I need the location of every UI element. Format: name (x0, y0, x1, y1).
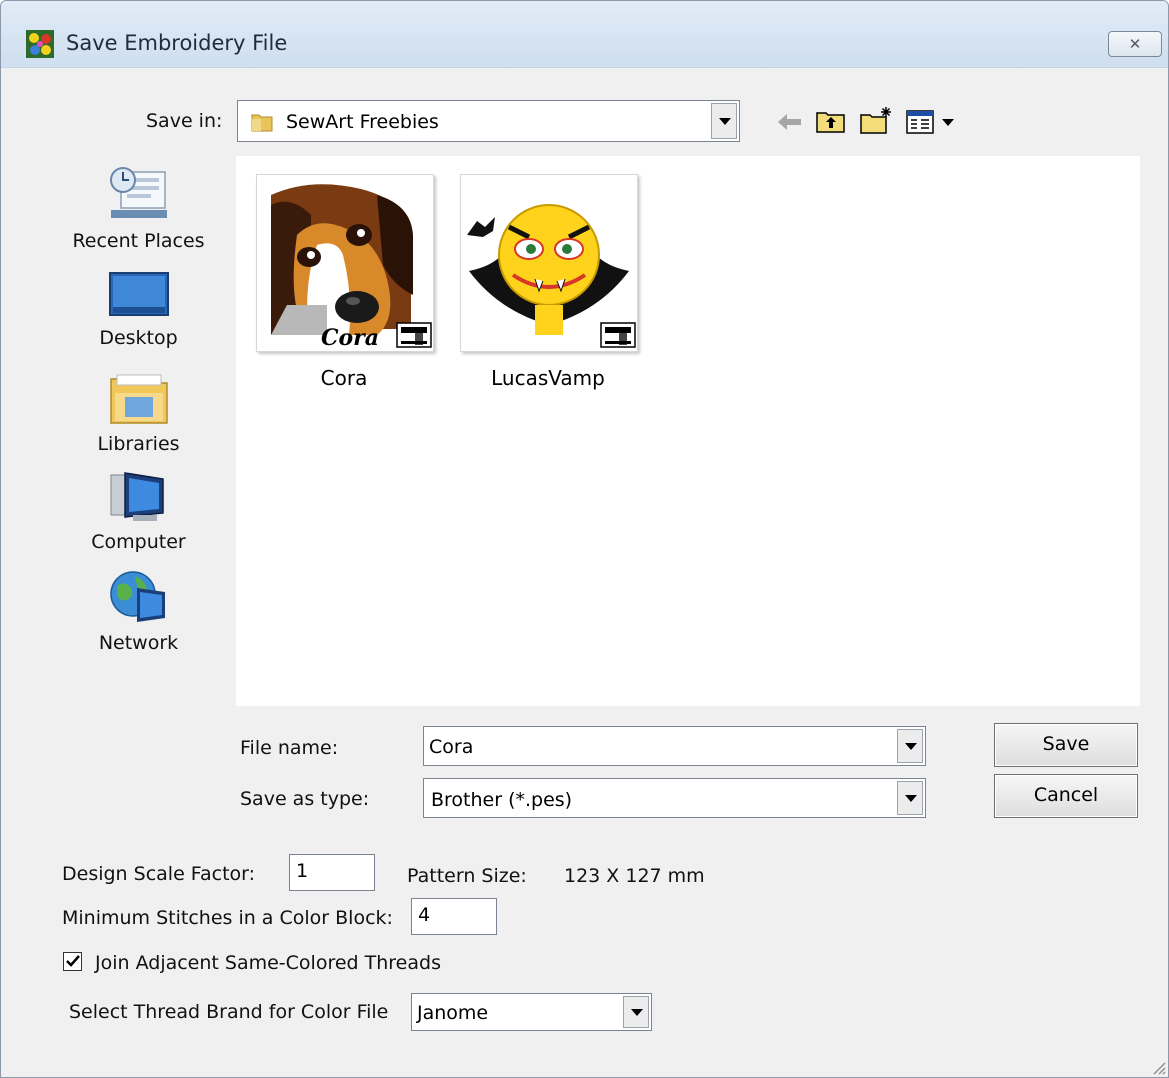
file-thumbnail (460, 174, 638, 352)
save-in-dropdown[interactable]: SewArt Freebies (237, 100, 740, 142)
desktop-icon (108, 272, 169, 316)
chevron-down-icon[interactable] (897, 729, 923, 763)
file-name-label: File name: (240, 737, 339, 759)
join-threads-checkbox[interactable] (63, 952, 82, 971)
place-computer[interactable]: Computer (1, 469, 276, 553)
save-embroidery-dialog: Save Embroidery File ✕ Save in: SewArt F… (0, 0, 1169, 1078)
sewing-machine-icon (396, 322, 432, 348)
file-name-label: LucasVamp (491, 366, 605, 390)
place-label: Recent Places (72, 230, 205, 252)
close-button[interactable]: ✕ (1108, 31, 1162, 57)
libraries-icon (109, 374, 168, 424)
vampire-thumbnail (467, 204, 636, 348)
close-icon: ✕ (1128, 35, 1142, 53)
window-title: Save Embroidery File (66, 31, 288, 55)
join-threads-label: Join Adjacent Same-Colored Threads (95, 952, 441, 974)
save-as-type-value: Brother (*.pes) (431, 789, 573, 811)
file-list-pane[interactable]: Cora Cora LucasVamp (236, 156, 1140, 706)
view-menu-icon[interactable] (905, 109, 959, 135)
file-name-value: Cora (429, 736, 474, 758)
place-label: Computer (91, 531, 186, 553)
network-icon (109, 571, 165, 622)
save-as-type-dropdown[interactable]: Brother (*.pes) (423, 778, 926, 818)
up-folder-icon[interactable] (815, 107, 847, 135)
thread-brand-dropdown[interactable]: Janome (411, 993, 652, 1031)
place-desktop[interactable]: Desktop (1, 271, 276, 349)
resize-grip-icon[interactable] (1150, 1059, 1166, 1075)
file-thumbnail: Cora (256, 174, 434, 352)
checkmark-icon (66, 955, 80, 967)
place-label: Desktop (99, 327, 178, 349)
min-stitches-input[interactable]: 4 (411, 898, 497, 935)
chevron-down-icon[interactable] (623, 996, 649, 1028)
beagle-thumbnail: Cora (269, 184, 432, 351)
pattern-size-label: Pattern Size: (407, 865, 527, 887)
min-stitches-label: Minimum Stitches in a Color Block: (62, 907, 393, 929)
save-in-value: SewArt Freebies (286, 111, 439, 133)
thumbnail-caption: Cora (321, 325, 379, 351)
folder-icon (251, 114, 273, 132)
new-folder-icon[interactable] (859, 105, 895, 135)
computer-icon (110, 472, 164, 521)
thread-brand-label: Select Thread Brand for Color File (69, 1001, 389, 1023)
design-scale-label: Design Scale Factor: (62, 863, 256, 885)
place-label: Libraries (97, 433, 180, 455)
save-button[interactable]: Save (994, 723, 1138, 767)
chevron-down-icon[interactable] (897, 781, 923, 815)
pattern-size-value: 123 X 127 mm (564, 865, 705, 887)
thread-brand-value: Janome (417, 1002, 489, 1024)
chevron-down-icon[interactable] (711, 103, 737, 139)
save-in-label: Save in: (146, 110, 223, 132)
sewing-machine-icon (600, 322, 636, 348)
save-as-type-label: Save as type: (240, 788, 370, 810)
file-name-input[interactable]: Cora (423, 726, 926, 766)
design-scale-input[interactable]: 1 (289, 854, 375, 891)
file-name-label: Cora (320, 366, 368, 390)
back-arrow-icon[interactable] (775, 111, 805, 133)
places-bar: Recent Places Desktop Libraries Computer… (1, 156, 236, 706)
place-libraries[interactable]: Libraries (1, 369, 276, 455)
cancel-button[interactable]: Cancel (994, 774, 1138, 818)
app-icon (26, 30, 54, 58)
title-bar: Save Embroidery File ✕ (1, 1, 1168, 68)
place-recent-places[interactable]: Recent Places (1, 166, 276, 252)
place-network[interactable]: Network (1, 568, 276, 654)
place-label: Network (98, 632, 179, 654)
recent-places-icon (109, 167, 167, 218)
